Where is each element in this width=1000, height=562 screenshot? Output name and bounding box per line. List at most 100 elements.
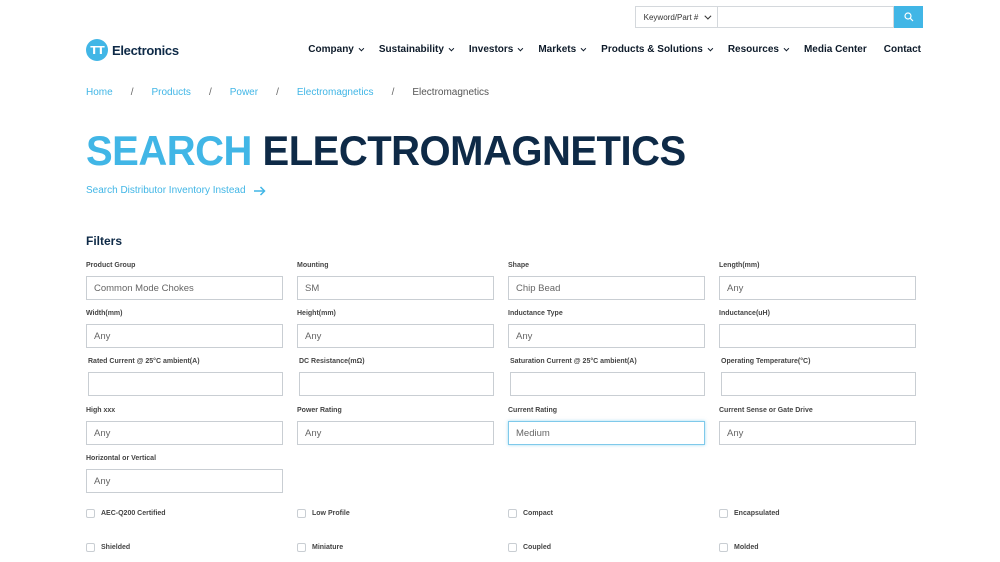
nav-item-label: Investors [468,44,514,55]
filter-input-saturation-current-25-c-ambient-a[interactable] [510,372,705,396]
checkbox-box[interactable] [508,509,517,518]
nav-item-contact[interactable]: Contact [884,44,921,55]
filter-rated-current-25-c-ambient-a: Rated Current @ 25°C ambient(A) [86,358,283,396]
nav-item-markets[interactable]: Markets [538,44,587,55]
chevron-down-icon [358,45,365,51]
checkbox-label: Miniature [312,544,344,551]
chevron-down-icon [704,12,712,20]
filter-label: Mounting [297,262,329,269]
filter-input-current-rating[interactable]: Medium [508,421,705,445]
filter-input-power-rating[interactable]: Any [297,421,494,445]
filter-height-mm: Height(mm) Any [297,310,494,348]
filter-label: Height(mm) [297,310,336,317]
filter-label: Power Rating [297,407,342,414]
filter-input-rated-current-25-c-ambient-a[interactable] [88,372,283,396]
nav-item-products-solutions[interactable]: Products & Solutions [601,44,714,55]
checkbox-box[interactable] [719,509,728,518]
breadcrumb-item[interactable]: Electromagnetics [297,87,374,98]
nav-item-sustainability[interactable]: Sustainability [378,44,455,55]
main-nav: Company Sustainability Investors Markets Pro… [308,44,921,55]
checkbox-encapsulated[interactable]: Encapsulated [719,509,780,518]
filter-current-sense-or-gate-drive: Current Sense or Gate Drive Any [719,407,916,445]
filter-label: Horizontal or Vertical [86,455,157,462]
logo-mark-icon: TT [86,39,108,61]
nav-item-label: Media Center [803,44,867,55]
filter-label: DC Resistance(mΩ) [299,358,365,365]
checkbox-box[interactable] [297,543,306,552]
filter-input-product-group[interactable]: Common Mode Chokes [86,276,283,300]
breadcrumb-item[interactable]: Home [86,87,113,98]
filter-input-length-mm[interactable]: Any [719,276,916,300]
filter-label: Rated Current @ 25°C ambient(A) [88,358,200,365]
filter-high-xxx: High xxx Any [86,407,283,445]
checkbox-compact[interactable]: Compact [508,509,553,518]
search-icon [903,12,913,22]
arrow-right-icon [253,185,266,196]
filter-length-mm: Length(mm) Any [719,262,916,300]
filter-power-rating: Power Rating Any [297,407,494,445]
filter-label: Inductance Type [508,310,563,317]
logo[interactable]: TT Electronics [86,39,179,61]
nav-item-label: Company [308,44,354,55]
nav-item-label: Sustainability [378,44,444,55]
filter-input-operating-temperature-c[interactable] [721,372,916,396]
breadcrumb-item: Electromagnetics [412,87,490,98]
filter-label: Inductance(uH) [719,310,770,317]
filter-horizontal-or-vertical: Horizontal or Vertical Any [86,455,283,493]
breadcrumb-item[interactable]: Products [151,87,190,98]
checkbox-box[interactable] [297,509,306,518]
filter-label: Current Rating [508,407,557,414]
checkbox-box[interactable] [719,543,728,552]
nav-item-label: Products & Solutions [601,44,703,55]
search-input[interactable] [717,6,894,28]
filter-shape: Shape Chip Bead [508,262,705,300]
filter-input-dc-resistance-m[interactable] [299,372,494,396]
filter-input-high-xxx[interactable]: Any [86,421,283,445]
breadcrumb: Home / Products / Power / Electromagnetics / Ele… [86,87,489,98]
filter-label: High xxx [86,407,116,414]
nav-item-resources[interactable]: Resources [727,44,790,55]
filter-input-height-mm[interactable]: Any [297,324,494,348]
checkbox-coupled[interactable]: Coupled [508,543,551,552]
checkbox-box[interactable] [86,543,95,552]
chevron-down-icon [783,45,790,51]
checkbox-shielded[interactable]: Shielded [86,543,130,552]
checkbox-label: Shielded [101,544,131,551]
checkbox-box[interactable] [86,509,95,518]
filter-input-horizontal-or-vertical[interactable]: Any [86,469,283,493]
checkbox-box[interactable] [508,543,517,552]
checkbox-low-profile[interactable]: Low Profile [297,509,350,518]
breadcrumb-item[interactable]: Power [230,87,258,98]
chevron-down-icon [707,45,714,51]
filter-label: Width(mm) [86,310,123,317]
nav-item-label: Markets [538,44,577,55]
top-search-bar: Keyword/Part # [635,6,923,28]
filters-heading: Filters [86,234,123,248]
checkbox-label: Compact [523,510,553,517]
chevron-down-icon [580,45,587,51]
nav-item-company[interactable]: Company [308,44,365,55]
nav-item-media-center[interactable]: Media Center [804,44,867,55]
breadcrumb-separator: / [391,87,395,98]
filter-input-shape[interactable]: Chip Bead [508,276,705,300]
filter-product-group: Product Group Common Mode Chokes [86,262,283,300]
checkbox-molded[interactable]: Molded [719,543,759,552]
filter-saturation-current-25-c-ambient-a: Saturation Current @ 25°C ambient(A) [508,358,705,396]
filter-label: Shape [508,262,530,269]
nav-item-investors[interactable]: Investors [468,44,524,55]
distributor-inventory-link[interactable]: Search Distributor Inventory Instead [86,185,266,196]
distributor-link-label: Search Distributor Inventory Instead [86,185,246,196]
filter-mounting: Mounting SM [297,262,494,300]
checkbox-aec-q200-certified[interactable]: AEC-Q200 Certified [86,509,166,518]
filter-input-width-mm[interactable]: Any [86,324,283,348]
filter-input-mounting[interactable]: SM [297,276,494,300]
filter-label: Saturation Current @ 25°C ambient(A) [510,358,637,365]
filter-operating-temperature-c: Operating Temperature(°C) [719,358,916,396]
filter-input-inductance-uh[interactable] [719,324,916,348]
filter-input-inductance-type[interactable]: Any [508,324,705,348]
filter-input-current-sense-or-gate-drive[interactable]: Any [719,421,916,445]
search-type-select[interactable]: Keyword/Part # [635,6,717,28]
checkbox-miniature[interactable]: Miniature [297,543,343,552]
search-button[interactable] [894,6,923,28]
nav-item-label: Resources [727,44,779,55]
